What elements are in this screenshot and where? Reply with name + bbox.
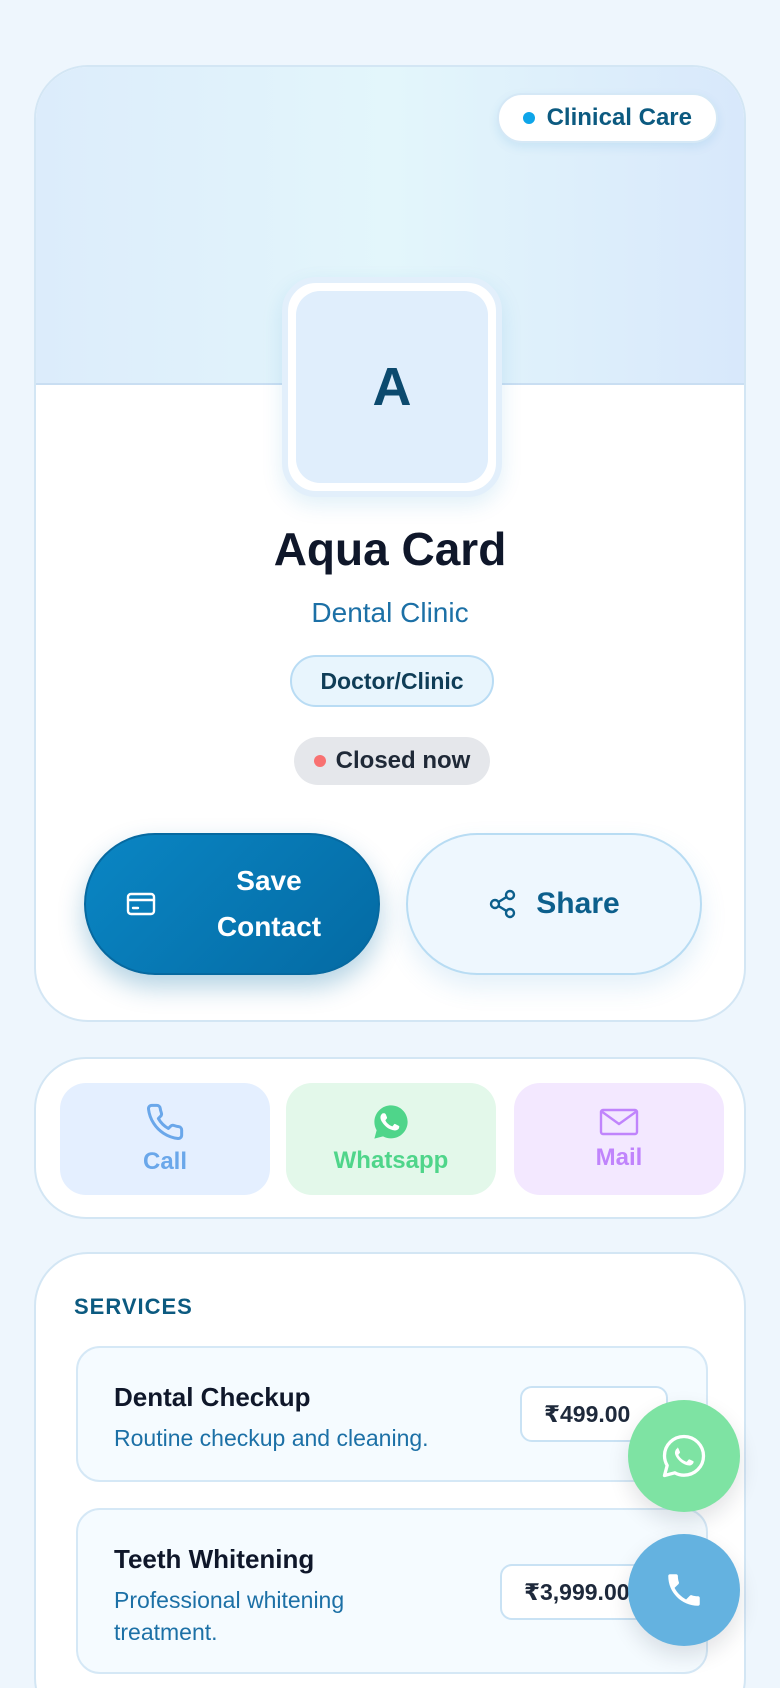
contact-actions-card: Call Whatsapp Mail bbox=[34, 1057, 746, 1219]
whatsapp-label: Whatsapp bbox=[333, 1147, 449, 1174]
whatsapp-fab-icon bbox=[662, 1434, 706, 1478]
status-badge: Closed now bbox=[294, 737, 490, 785]
status-label: Closed now bbox=[335, 747, 471, 774]
profile-name: Aqua Card bbox=[273, 523, 507, 575]
share-button[interactable]: Share bbox=[406, 833, 702, 975]
category-badge-label: Clinical Care bbox=[546, 104, 692, 131]
service-name: Dental Checkup bbox=[114, 1382, 311, 1412]
share-label: Share bbox=[536, 887, 620, 920]
avatar-initial: A bbox=[296, 291, 488, 483]
save-contact-label: Save Contact bbox=[216, 865, 322, 942]
save-contact-button[interactable]: Save Contact bbox=[84, 833, 380, 975]
contact-card-icon bbox=[126, 892, 156, 916]
profile-card: Clinical Care A Aqua Card Dental Clinic … bbox=[34, 65, 746, 1022]
avatar: A bbox=[282, 277, 502, 497]
service-item: Dental Checkup Routine checkup and clean… bbox=[76, 1346, 708, 1482]
status-dot bbox=[313, 755, 326, 767]
mail-icon bbox=[599, 1108, 639, 1136]
type-pill: Doctor/Clinic bbox=[290, 655, 494, 707]
call-action-button[interactable]: Call bbox=[60, 1083, 270, 1195]
phone-fab-icon bbox=[668, 1574, 700, 1606]
whatsapp-icon bbox=[374, 1105, 408, 1139]
category-badge: Clinical Care bbox=[496, 93, 718, 143]
call-fab-button[interactable] bbox=[628, 1534, 740, 1646]
mail-label: Mail bbox=[595, 1144, 643, 1171]
service-item: Teeth Whitening Professional whitening t… bbox=[76, 1508, 708, 1674]
phone-icon bbox=[147, 1103, 184, 1140]
mail-action-button[interactable]: Mail bbox=[514, 1083, 724, 1195]
whatsapp-fab-button[interactable] bbox=[628, 1400, 740, 1512]
services-title: SERVICES bbox=[74, 1294, 193, 1319]
call-label: Call bbox=[142, 1148, 187, 1175]
service-name: Teeth Whitening bbox=[114, 1544, 315, 1574]
whatsapp-action-button[interactable]: Whatsapp bbox=[286, 1083, 496, 1195]
page: Clinical Care A Aqua Card Dental Clinic … bbox=[0, 0, 780, 1688]
profile-subtitle: Dental Clinic bbox=[311, 597, 469, 628]
badge-dot bbox=[522, 112, 535, 124]
service-description: Professional whitening treatment. bbox=[114, 1587, 345, 1645]
service-description: Routine checkup and cleaning. bbox=[114, 1425, 429, 1451]
share-icon bbox=[490, 889, 516, 919]
